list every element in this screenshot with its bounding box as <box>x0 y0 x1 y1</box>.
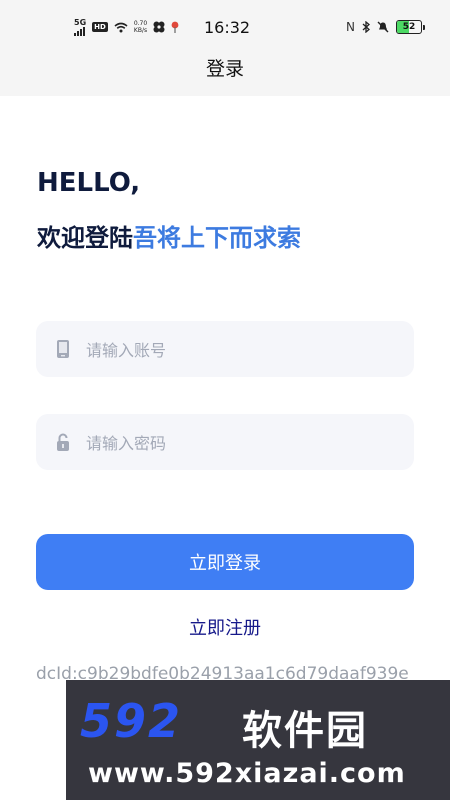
battery-icon: 52 <box>396 20 422 34</box>
password-field[interactable] <box>36 414 414 472</box>
watermark-url: www.592xiazai.com <box>88 758 406 789</box>
network-speed: 0.70 KB/s <box>134 20 147 34</box>
signal-bars-icon <box>74 26 86 36</box>
greeting-welcome: 欢迎登陆吾将上下而求索 <box>37 218 301 253</box>
status-time: 16:32 <box>204 18 251 37</box>
battery-cap <box>423 24 425 30</box>
status-bar: 5G HD 0.70 KB/s 16:32 N 52 <box>0 0 450 54</box>
watermark-brand-cn: 软件园 <box>242 708 368 754</box>
account-field[interactable] <box>36 321 414 379</box>
greeting-hello: HELLO, <box>37 168 141 198</box>
watermark: 592 软件园 www.592xiazai.com <box>66 680 450 800</box>
nav-bar: 登录 <box>0 54 450 96</box>
signal-indicator: 5G <box>74 17 87 36</box>
register-link[interactable]: 立即注册 <box>0 614 450 640</box>
welcome-prefix: 欢迎登陆 <box>37 224 133 252</box>
watermark-brand: 592 <box>80 694 183 748</box>
status-right: N 52 <box>346 18 425 36</box>
nfc-icon: N <box>346 20 355 34</box>
page-title: 登录 <box>205 58 244 80</box>
speed-unit: KB/s <box>133 27 148 34</box>
account-input[interactable] <box>84 321 398 379</box>
location-pin-icon <box>171 21 179 33</box>
app-name: 吾将上下而求索 <box>133 224 301 252</box>
network-type: 5G <box>74 17 87 27</box>
lock-icon <box>57 433 69 451</box>
bluetooth-icon <box>362 21 370 33</box>
status-left: 5G HD 0.70 KB/s <box>74 17 179 37</box>
hd-badge: HD <box>92 22 108 32</box>
phone-icon <box>57 340 69 358</box>
password-input[interactable] <box>84 414 398 472</box>
speed-value: 0.70 <box>133 20 148 27</box>
battery-level: 52 <box>402 22 416 32</box>
wifi-icon <box>114 22 128 32</box>
mute-bell-icon <box>377 21 389 33</box>
flower-app-icon <box>153 21 165 33</box>
login-button[interactable]: 立即登录 <box>36 534 414 590</box>
